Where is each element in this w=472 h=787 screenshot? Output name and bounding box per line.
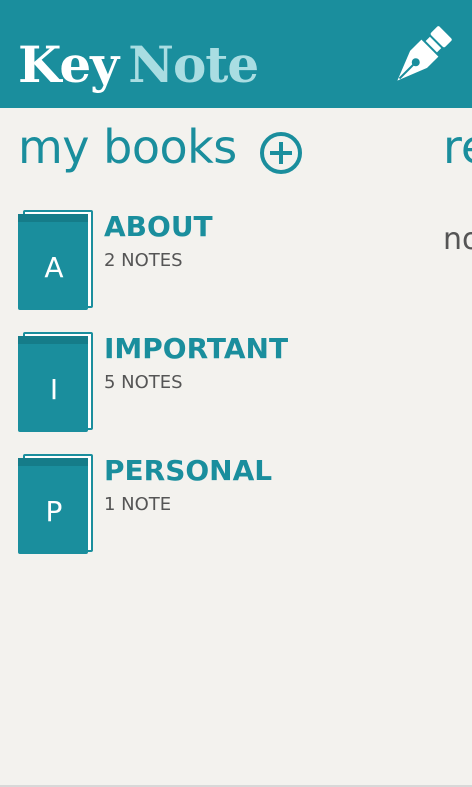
next-panorama-title[interactable]: re xyxy=(443,120,472,175)
book-name: ABOUT xyxy=(104,210,213,243)
fountain-pen-icon[interactable] xyxy=(382,20,458,96)
next-panorama-text: no xyxy=(443,222,472,257)
book-item-important[interactable]: I IMPORTANT 5 NOTES xyxy=(18,332,438,432)
app-title: Key Note xyxy=(18,40,259,90)
app-title-key: Key xyxy=(18,35,119,94)
app-header: Key Note xyxy=(0,0,472,108)
section-title: my books xyxy=(18,120,237,174)
book-letter: A xyxy=(44,250,64,284)
book-letter: P xyxy=(45,494,63,528)
book-note-count: 1 NOTE xyxy=(104,494,172,515)
book-note-count: 5 NOTES xyxy=(104,372,183,393)
book-item-about[interactable]: A ABOUT 2 NOTES xyxy=(18,210,438,310)
app-title-note: Note xyxy=(128,35,259,94)
book-letter: I xyxy=(49,372,59,406)
book-name: IMPORTANT xyxy=(104,332,289,365)
book-item-personal[interactable]: P PERSONAL 1 NOTE xyxy=(18,454,438,554)
add-book-button[interactable] xyxy=(259,131,303,175)
book-note-count: 2 NOTES xyxy=(104,250,183,271)
book-name: PERSONAL xyxy=(104,454,273,487)
